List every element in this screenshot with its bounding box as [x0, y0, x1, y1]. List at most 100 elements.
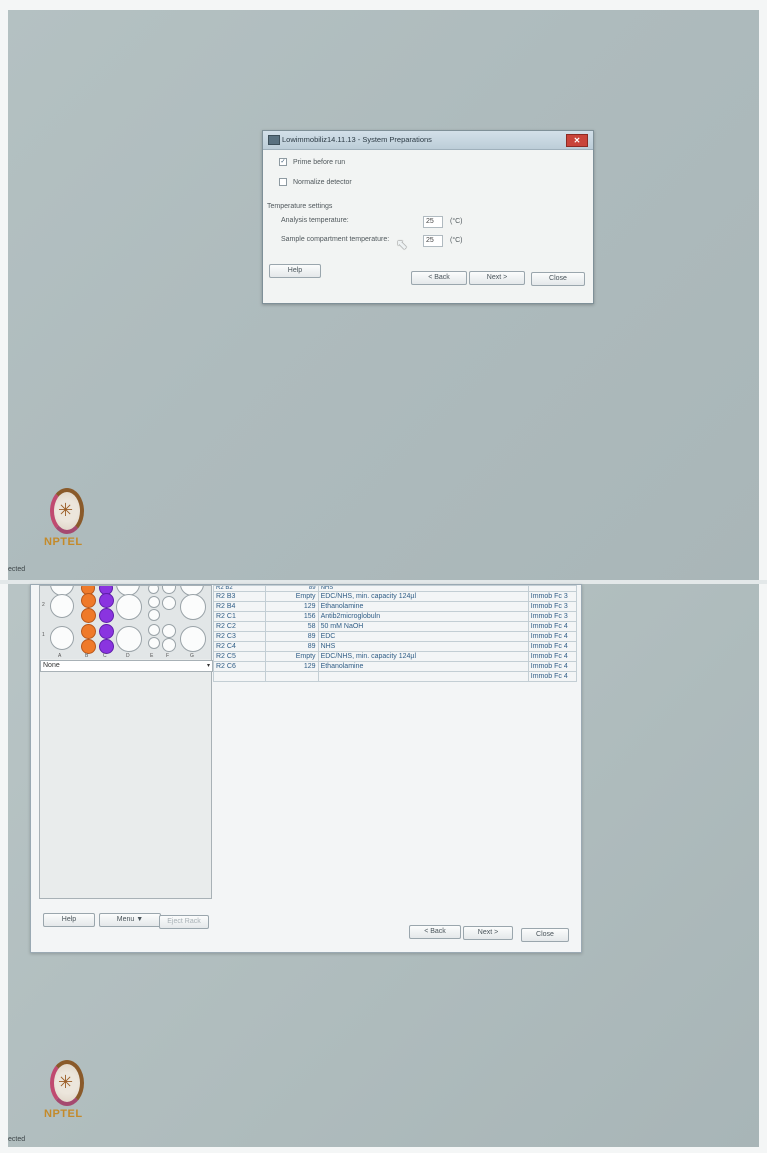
- table-row[interactable]: R2 C6 129 Ethanolamine Immob Fc 4: [212, 661, 578, 672]
- normalize-detector-checkbox[interactable]: [279, 178, 287, 186]
- rack-well[interactable]: [162, 586, 176, 594]
- cycle-cell: Immob Fc 4: [527, 661, 578, 672]
- sample-compartment-temperature-label: Sample compartment temperature:: [281, 236, 390, 243]
- cycle-cell: Immob Fc 3: [527, 601, 578, 612]
- content-cell: 50 mM NaOH: [317, 621, 529, 632]
- analysis-temperature-unit: (°C): [450, 218, 463, 225]
- rack-column-label: G: [190, 653, 194, 659]
- rack-well-filled[interactable]: [81, 593, 96, 608]
- rack-select-dropdown[interactable]: None ▾: [40, 660, 213, 672]
- rack-well[interactable]: [162, 596, 176, 610]
- rack-well-small[interactable]: [148, 596, 160, 608]
- content-cell: Ethanolamine: [317, 661, 529, 672]
- normalize-detector-row[interactable]: Normalize detector: [279, 178, 352, 186]
- content-cell: Ethanolamine: [317, 601, 529, 612]
- rack-well[interactable]: [162, 638, 176, 652]
- menu-button-label: Menu: [116, 916, 135, 923]
- app-icon: [268, 135, 280, 145]
- cycle-cell: Immob Fc 3: [527, 591, 578, 602]
- mouse-cursor-icon: ⬉: [396, 236, 408, 252]
- prime-before-run-checkbox[interactable]: ✓: [279, 158, 287, 166]
- nptel-watermark-text: NPTEL: [44, 1108, 83, 1120]
- content-cell: NHS: [317, 641, 529, 652]
- rack-well[interactable]: [180, 594, 206, 620]
- table-row[interactable]: R2 C5 Empty EDC/NHS, min. capacity 124µl…: [212, 651, 578, 662]
- rack-well-filled[interactable]: [81, 624, 96, 639]
- rack-well[interactable]: [180, 626, 206, 652]
- table-row[interactable]: R2 C3 89 EDC Immob Fc 4: [212, 631, 578, 642]
- rack-column-label: E: [150, 653, 154, 659]
- help-button[interactable]: Help: [269, 264, 321, 278]
- dialog-title: Lowimmobiliz14.11.13 - System Preparatio…: [282, 135, 432, 144]
- eject-rack-button[interactable]: Eject Rack: [159, 915, 209, 929]
- rack-well-filled[interactable]: [99, 593, 114, 608]
- position-cell: R2 C5: [212, 651, 267, 662]
- run-setup-wizard-window: 2 1 A B C D E F G None ▾ R2 B2 89 NHS R2…: [30, 584, 582, 953]
- volume-cell: 129: [265, 661, 319, 672]
- close-button[interactable]: Close: [531, 272, 585, 286]
- table-row[interactable]: R2 C2 58 50 mM NaOH Immob Fc 4: [212, 621, 578, 632]
- table-row[interactable]: Immob Fc 4: [212, 671, 578, 682]
- close-button[interactable]: Close: [521, 928, 569, 942]
- rack-row-label: 2: [42, 602, 45, 608]
- status-fragment-text: ected: [8, 1136, 26, 1143]
- table-row[interactable]: R2 B3 Empty EDC/NHS, min. capacity 124µl…: [212, 591, 578, 602]
- content-cell: Antib2microglobuln: [317, 611, 529, 622]
- content-cell: EDC/NHS, min. capacity 124µl: [317, 651, 529, 662]
- volume-cell: 156: [265, 611, 319, 622]
- menu-button[interactable]: Menu ▼: [99, 913, 161, 927]
- back-button[interactable]: < Back: [409, 925, 461, 939]
- nptel-logo-burst-icon: ✳: [58, 500, 74, 520]
- content-cell: [317, 671, 529, 682]
- status-fragment-text: ected: [8, 566, 26, 573]
- rack-well-filled[interactable]: [99, 639, 114, 654]
- position-cell: R2 C6: [212, 661, 267, 672]
- volume-cell: 89: [265, 631, 319, 642]
- help-button[interactable]: Help: [43, 913, 95, 927]
- rack-well[interactable]: [162, 624, 176, 638]
- nptel-logo: ✳ NPTEL: [44, 1060, 104, 1124]
- chevron-down-icon[interactable]: ▾: [207, 661, 210, 671]
- cycle-cell: Immob Fc 4: [527, 671, 578, 682]
- position-cell: R2 C1: [212, 611, 267, 622]
- rack-select-value: None: [43, 662, 60, 669]
- rack-well[interactable]: [116, 626, 142, 652]
- rack-well-small[interactable]: [148, 637, 160, 649]
- rack-well-filled[interactable]: [81, 608, 96, 623]
- table-row[interactable]: R2 C4 89 NHS Immob Fc 4: [212, 641, 578, 652]
- rack-well[interactable]: [50, 626, 74, 650]
- volume-cell: [265, 671, 319, 682]
- rack-well-small[interactable]: [148, 624, 160, 636]
- normalize-detector-label: Normalize detector: [293, 178, 352, 186]
- back-button[interactable]: < Back: [411, 271, 467, 285]
- rack-column-label: B: [85, 653, 89, 659]
- rack-row-label: 1: [42, 632, 45, 638]
- next-button[interactable]: Next >: [463, 926, 513, 940]
- prime-before-run-label: Prime before run: [293, 158, 346, 166]
- cycle-cell: Immob Fc 4: [527, 641, 578, 652]
- position-cell: R2 C4: [212, 641, 267, 652]
- top-screen: Lowimmobiliz14.11.13 - System Preparatio…: [8, 10, 759, 580]
- system-preparations-dialog: Lowimmobiliz14.11.13 - System Preparatio…: [262, 130, 594, 304]
- rack-pane: 2 1 A B C D E F G None ▾: [39, 585, 213, 899]
- volume-cell: 89: [265, 641, 319, 652]
- analysis-temperature-input[interactable]: 25: [423, 216, 443, 228]
- nptel-watermark-text: NPTEL: [44, 536, 83, 548]
- rack-positions-table: R2 B2 89 NHS R2 B3 Empty EDC/NHS, min. c…: [212, 585, 578, 682]
- rack-well[interactable]: [116, 594, 142, 620]
- rack-well-small[interactable]: [148, 609, 160, 621]
- rack-well[interactable]: [50, 594, 74, 618]
- rack-well-filled[interactable]: [99, 608, 114, 623]
- prime-before-run-row[interactable]: ✓ Prime before run: [279, 158, 345, 166]
- sample-compartment-temperature-input[interactable]: 25: [423, 235, 443, 247]
- rack-well-filled[interactable]: [99, 624, 114, 639]
- table-row[interactable]: R2 C1 156 Antib2microglobuln Immob Fc 3: [212, 611, 578, 622]
- rack-column-label: F: [166, 653, 170, 659]
- rack-well-small[interactable]: [148, 586, 159, 594]
- position-cell: R2 B3: [212, 591, 267, 602]
- next-button[interactable]: Next >: [469, 271, 525, 285]
- close-icon[interactable]: ✕: [566, 134, 588, 147]
- rack-well-filled[interactable]: [81, 639, 96, 654]
- rack-column-label: A: [58, 653, 62, 659]
- table-row[interactable]: R2 B4 129 Ethanolamine Immob Fc 3: [212, 601, 578, 612]
